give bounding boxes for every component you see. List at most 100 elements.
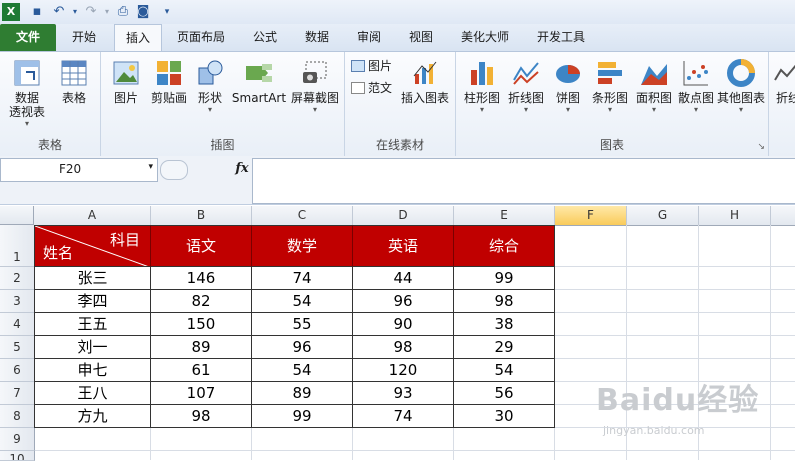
header-cell-chinese[interactable]: 语文 (151, 225, 252, 267)
scatter-chart-button[interactable]: 散点图 ▾ (676, 58, 716, 115)
sparkline-line-button[interactable]: 折线 (773, 58, 795, 105)
row-header-9[interactable]: 9 (0, 428, 35, 451)
row-header-2[interactable]: 2 (0, 267, 35, 290)
row-header-4[interactable]: 4 (0, 313, 35, 336)
tab-formulas[interactable]: 公式 (240, 24, 290, 51)
insert-chart-button[interactable]: 插入图表 (399, 58, 451, 105)
score-cell[interactable]: 98 (353, 336, 454, 359)
name-cell[interactable]: 王八 (34, 382, 151, 405)
smartart-button[interactable]: SmartArt (229, 58, 289, 105)
picture-button[interactable]: 图片 (105, 58, 147, 105)
formula-input[interactable] (252, 158, 795, 204)
score-cell[interactable]: 29 (454, 336, 555, 359)
tab-view[interactable]: 视图 (398, 24, 444, 51)
pie-chart-button[interactable]: 饼图 ▾ (548, 58, 588, 115)
select-all-button[interactable] (0, 206, 34, 225)
score-cell[interactable]: 56 (454, 382, 555, 405)
score-cell[interactable]: 30 (454, 405, 555, 428)
score-cell[interactable]: 54 (252, 359, 353, 382)
online-picture-button[interactable]: 图片 (351, 58, 392, 74)
score-cell[interactable]: 107 (151, 382, 252, 405)
column-header-d[interactable]: D (353, 206, 454, 226)
insert-function-icon[interactable]: fx (232, 158, 252, 180)
column-header-partial[interactable] (771, 206, 795, 226)
name-cell[interactable]: 李四 (34, 290, 151, 313)
dialog-launcher-icon[interactable]: ↘ (757, 142, 765, 152)
name-cell[interactable]: 王五 (34, 313, 151, 336)
score-cell[interactable]: 99 (454, 267, 555, 290)
camera-icon[interactable]: ◙ (134, 3, 152, 21)
name-cell[interactable]: 方九 (34, 405, 151, 428)
column-header-e[interactable]: E (454, 206, 555, 226)
tab-home[interactable]: 开始 (58, 24, 110, 51)
column-chart-button[interactable]: 柱形图 ▾ (460, 58, 504, 115)
row-header-3[interactable]: 3 (0, 290, 35, 313)
score-cell[interactable]: 93 (353, 382, 454, 405)
line-chart-button[interactable]: 折线图 ▾ (504, 58, 548, 115)
column-header-h[interactable]: H (699, 206, 771, 226)
row-header-1[interactable]: 1 (0, 225, 35, 267)
score-cell[interactable]: 99 (252, 405, 353, 428)
tab-beautify-master[interactable]: 美化大师 (450, 24, 520, 51)
column-header-f[interactable]: F (555, 206, 627, 226)
tab-page-layout[interactable]: 页面布局 (168, 24, 234, 51)
score-cell[interactable]: 61 (151, 359, 252, 382)
column-header-c[interactable]: C (252, 206, 353, 226)
tab-insert[interactable]: 插入 (114, 24, 162, 52)
corner-header-cell[interactable]: 科目 姓名 (34, 225, 151, 267)
name-cell[interactable]: 张三 (34, 267, 151, 290)
excel-icon[interactable]: X (2, 3, 20, 21)
score-cell[interactable]: 38 (454, 313, 555, 336)
pivot-table-button[interactable]: 数据 透视表 ▾ (4, 58, 50, 129)
qat-more-icon[interactable]: ▾ (158, 3, 176, 21)
row-header-8[interactable]: 8 (0, 405, 35, 428)
score-cell[interactable]: 74 (252, 267, 353, 290)
tab-review[interactable]: 审阅 (346, 24, 392, 51)
area-chart-button[interactable]: 面积图 ▾ (632, 58, 676, 115)
score-cell[interactable]: 146 (151, 267, 252, 290)
row-header-7[interactable]: 7 (0, 382, 35, 405)
column-header-b[interactable]: B (151, 206, 252, 226)
column-header-g[interactable]: G (627, 206, 699, 226)
chevron-down-icon[interactable]: ▾ (148, 162, 153, 172)
score-cell[interactable]: 89 (151, 336, 252, 359)
bar-chart-button[interactable]: 条形图 ▾ (588, 58, 632, 115)
tab-developer[interactable]: 开发工具 (526, 24, 596, 51)
name-cell[interactable]: 刘一 (34, 336, 151, 359)
name-box[interactable]: F20 ▾ (0, 158, 158, 182)
score-cell[interactable]: 90 (353, 313, 454, 336)
header-cell-english[interactable]: 英语 (353, 225, 454, 267)
score-cell[interactable]: 96 (353, 290, 454, 313)
template-button[interactable]: 范文 (351, 80, 392, 96)
tab-file[interactable]: 文件 (0, 24, 56, 51)
tab-data[interactable]: 数据 (294, 24, 340, 51)
other-charts-button[interactable]: 其他图表 ▾ (716, 58, 766, 115)
header-cell-overall[interactable]: 综合 (454, 225, 555, 267)
row-header-6[interactable]: 6 (0, 359, 35, 382)
row-header-5[interactable]: 5 (0, 336, 35, 359)
score-cell[interactable]: 74 (353, 405, 454, 428)
score-cell[interactable]: 98 (454, 290, 555, 313)
score-cell[interactable]: 150 (151, 313, 252, 336)
print-preview-icon[interactable]: ⎙ (114, 3, 132, 21)
formula-bar-resize-handle[interactable] (160, 160, 188, 180)
area-chart-icon (641, 64, 667, 85)
score-cell[interactable]: 82 (151, 290, 252, 313)
score-cell[interactable]: 120 (353, 359, 454, 382)
score-cell[interactable]: 96 (252, 336, 353, 359)
shapes-button[interactable]: 形状 ▾ (191, 58, 229, 115)
score-cell[interactable]: 54 (252, 290, 353, 313)
score-cell[interactable]: 55 (252, 313, 353, 336)
chevron-down-icon: ▾ (312, 105, 317, 114)
screenshot-button[interactable]: 屏幕截图 ▾ (289, 58, 341, 115)
score-cell[interactable]: 89 (252, 382, 353, 405)
table-button[interactable]: 表格 (54, 58, 94, 105)
score-cell[interactable]: 44 (353, 267, 454, 290)
score-cell[interactable]: 54 (454, 359, 555, 382)
save-icon[interactable]: ▪ (28, 3, 46, 21)
clipart-button[interactable]: 剪贴画 (147, 58, 191, 105)
header-cell-math[interactable]: 数学 (252, 225, 353, 267)
column-header-a[interactable]: A (34, 206, 151, 226)
score-cell[interactable]: 98 (151, 405, 252, 428)
name-cell[interactable]: 申七 (34, 359, 151, 382)
